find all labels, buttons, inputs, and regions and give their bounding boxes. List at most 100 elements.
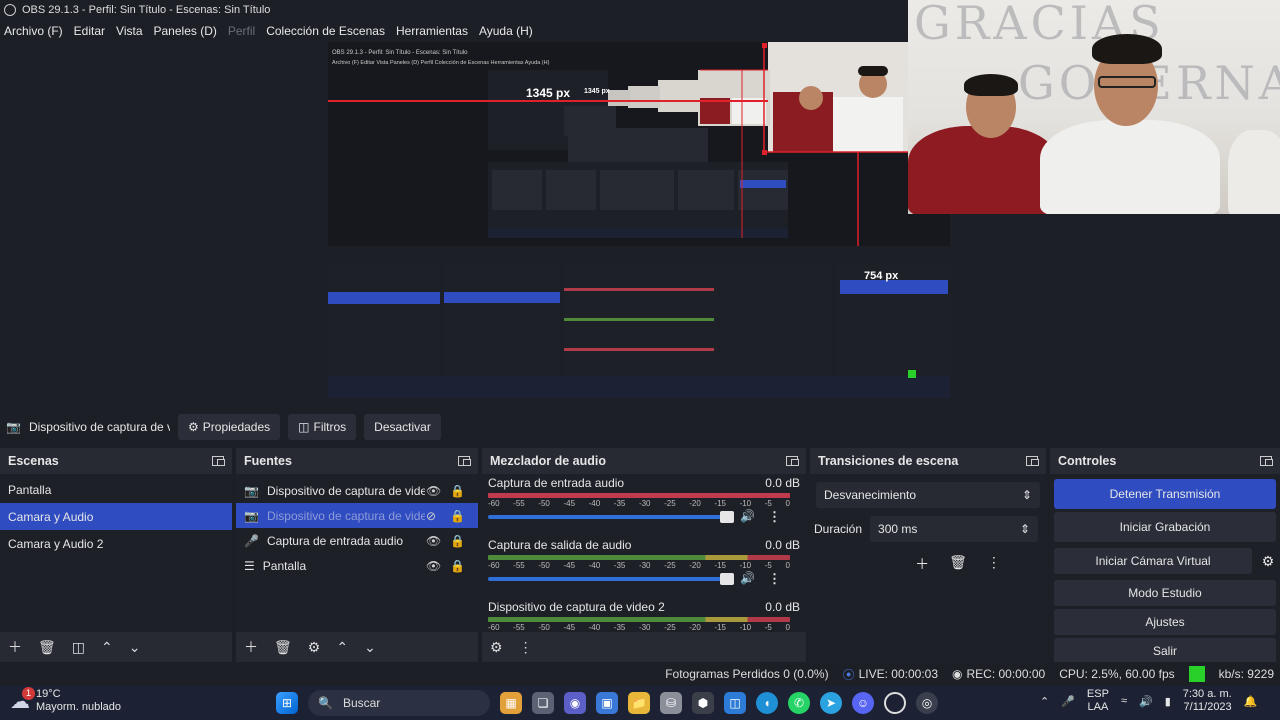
lock-icon[interactable]: 🔒 [450,534,465,548]
scale-tick: -30 [638,561,651,570]
microphone-icon[interactable]: 🎤 [1061,695,1075,708]
language-indicator[interactable]: ESP LAA [1087,688,1109,714]
eye-icon[interactable]: 👁 [426,484,441,498]
trash-icon[interactable]: 🗑 [949,554,967,574]
deactivate-button[interactable]: Desactivar [364,414,441,440]
bell-icon[interactable]: 🔔 [1244,695,1258,708]
properties-label: Propiedades [202,420,271,434]
filters-button[interactable]: ◫ Filtros [288,414,357,440]
whatsapp-icon[interactable]: ✆ [788,692,810,714]
menu-editar[interactable]: Editar [70,24,112,38]
more-options-icon[interactable]: ⋮ [768,571,781,587]
scale-tick: -35 [613,623,626,632]
windows-start-icon[interactable]: ⊞ [276,692,298,714]
volume-icon[interactable]: 🔊 [1139,695,1153,708]
transition-select[interactable]: Desvanecimiento ⇕ [816,482,1040,508]
undock-icon[interactable] [786,456,799,466]
wifi-icon[interactable]: ≈ [1121,695,1127,707]
source-item[interactable]: 🎤 Captura de entrada audio 👁 🔒 [236,528,478,553]
advanced-audio-gear-icon[interactable]: ⚙ [490,639,503,656]
file-explorer-icon[interactable]: 📁 [628,692,650,714]
add-icon[interactable]: ＋ [244,637,258,657]
eye-icon[interactable]: 👁 [426,534,441,548]
undock-icon[interactable] [212,456,225,466]
chevron-up-icon[interactable]: ⌃ [1040,695,1049,708]
menu-coleccion[interactable]: Colección de Escenas [262,24,392,38]
spin-arrows-icon[interactable]: ⇕ [1020,522,1030,536]
lock-icon[interactable]: 🔒 [450,509,465,523]
circle-app-icon[interactable] [884,692,906,714]
add-icon[interactable]: ＋ [915,554,929,574]
telegram-icon[interactable]: ➤ [820,692,842,714]
teams-icon[interactable]: ◉ [564,692,586,714]
task-view-icon[interactable]: ❏ [532,692,554,714]
stop-stream-button[interactable]: Detener Transmisión [1054,479,1276,509]
discord-icon[interactable]: ☺ [852,692,874,714]
lang-line1: ESP [1086,688,1109,700]
store-icon[interactable]: ▣ [596,692,618,714]
undock-icon[interactable] [1260,456,1273,466]
add-icon[interactable]: ＋ [8,637,22,657]
gear-icon[interactable]: ⚙ [1256,553,1280,570]
battery-icon[interactable]: ▮ [1165,695,1171,708]
source-item[interactable]: 📷 Dispositivo de captura de video 👁 🔒 [236,478,478,503]
duration-spinbox[interactable]: 300 ms ⇕ [870,516,1039,542]
lock-icon[interactable]: 🔒 [450,484,465,498]
edge-icon[interactable]: ◖ [756,692,778,714]
obs-taskbar-icon[interactable]: ◎ [916,692,938,714]
speaker-icon[interactable]: 🔊 [740,509,755,523]
taskbar-search[interactable]: 🔍 Buscar [308,690,490,716]
virtual-camera-button[interactable]: Iniciar Cámara Virtual [1054,548,1252,574]
database-icon[interactable]: ⛁ [660,692,682,714]
scale-tick: -55 [513,561,525,570]
source-item-selected[interactable]: 📷 Dispositivo de captura de video ⊘ 🔒 [236,503,478,528]
volume-slider[interactable]: 🔊 ⋮ [488,571,800,587]
speaker-icon[interactable]: 🔊 [740,571,755,585]
transitions-dock-header: Transiciones de escena [810,448,1046,474]
weather-widget[interactable]: ☁ 1 19°C Mayorm. nublado [10,686,121,714]
menu-perfil[interactable]: Perfil [224,24,262,38]
undock-icon[interactable] [458,456,471,466]
menu-archivo[interactable]: Archivo (F) [0,24,70,38]
scale-tick: 0 [785,499,790,508]
slider-knob[interactable] [720,511,734,523]
gear-icon[interactable]: ⚙ [308,639,321,656]
lock-icon[interactable]: 🔒 [450,559,465,573]
move-up-icon[interactable]: ⌃ [101,639,113,656]
menu-paneles[interactable]: Paneles (D) [150,24,224,38]
sources-list: 📷 Dispositivo de captura de video 👁 🔒 📷 … [236,474,478,662]
slider-knob[interactable] [720,573,734,585]
calculator-app-icon[interactable]: ◫ [724,692,746,714]
more-options-icon[interactable]: ⋮ [519,639,533,656]
widgets-icon[interactable]: ▦ [500,692,522,714]
move-down-icon[interactable]: ⌄ [129,639,141,656]
rec-status: ◉ REC: 00:00:00 [952,667,1045,681]
preview-canvas[interactable]: OBS 29.1.3 - Perfil: Sin Título - Escena… [328,42,950,398]
volume-slider[interactable]: 🔊 ⋮ [488,509,800,525]
scene-item[interactable]: Pantalla [0,476,232,503]
undock-icon[interactable] [1026,456,1039,466]
scene-item-selected[interactable]: Camara y Audio [0,503,232,530]
source-item[interactable]: ☰ Pantalla 👁 🔒 [236,553,478,578]
scene-item[interactable]: Camara y Audio 2 [0,530,232,557]
menu-ayuda[interactable]: Ayuda (H) [475,24,540,38]
settings-button[interactable]: Ajustes [1054,609,1276,635]
menu-herramientas[interactable]: Herramientas [392,24,475,38]
scene-filter-icon[interactable]: ◫ [72,639,85,656]
studio-mode-button[interactable]: Modo Estudio [1054,580,1276,606]
start-recording-button[interactable]: Iniciar Grabación [1054,512,1276,542]
eye-icon[interactable]: 👁 [426,559,441,573]
move-down-icon[interactable]: ⌄ [364,639,376,656]
eye-hidden-icon[interactable]: ⊘ [426,509,436,523]
trash-icon[interactable]: 🗑 [274,639,292,656]
clock[interactable]: 7:30 a. m. 7/11/2023 [1183,688,1232,714]
app-hex-icon[interactable]: ⬢ [692,692,714,714]
menu-vista[interactable]: Vista [112,24,149,38]
exit-button[interactable]: Salir [1054,638,1276,664]
more-options-icon[interactable]: ⋮ [768,509,781,525]
properties-button[interactable]: ⚙ Propiedades [178,414,281,440]
move-up-icon[interactable]: ⌃ [336,639,348,656]
more-options-icon[interactable]: ⋮ [987,554,1001,574]
scale-tick: -10 [739,623,752,632]
trash-icon[interactable]: 🗑 [38,639,56,656]
